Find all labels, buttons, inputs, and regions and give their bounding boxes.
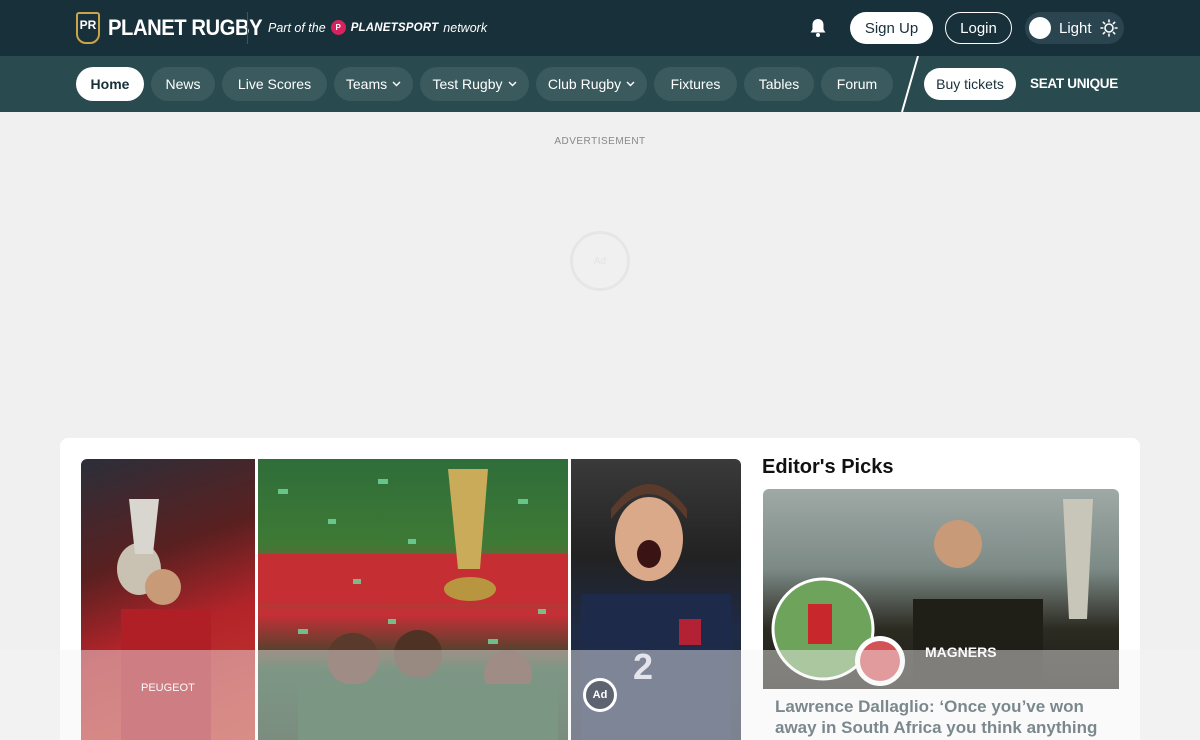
- nav-teams[interactable]: Teams: [334, 67, 413, 101]
- network-suffix: network: [443, 20, 488, 35]
- nav-label: Club Rugby: [547, 76, 622, 92]
- chevron-down-icon: [626, 81, 635, 87]
- nav-live-scores[interactable]: Live Scores: [222, 67, 327, 101]
- nav-label: News: [165, 76, 201, 92]
- theme-label: Light: [1059, 19, 1092, 37]
- nav-label: Fixtures: [670, 76, 721, 92]
- login-button[interactable]: Login: [945, 12, 1012, 44]
- nav-home[interactable]: Home: [76, 67, 144, 101]
- nav-news[interactable]: News: [151, 67, 215, 101]
- toggle-knob: [1029, 17, 1051, 39]
- chevron-down-icon: [508, 81, 517, 87]
- nav-label: Teams: [345, 76, 388, 92]
- ad-label: ADVERTISEMENT: [554, 136, 646, 147]
- sign-up-button[interactable]: Sign Up: [850, 12, 933, 44]
- divider: [247, 12, 248, 44]
- nav-label: Forum: [836, 76, 878, 92]
- seat-unique-logo[interactable]: SEAT UNIQUE: [1030, 76, 1118, 91]
- advertisement-slot: ADVERTISEMENT Ad: [0, 112, 1200, 438]
- ad-loading-spinner-icon: Ad: [570, 231, 630, 291]
- logo-text: PLANET RUGBY: [108, 15, 263, 40]
- nav-label: Tables: [758, 76, 800, 92]
- chevron-down-icon: [392, 81, 401, 87]
- network-prefix: Part of the: [268, 20, 326, 35]
- nav-label: Test Rugby: [432, 76, 503, 92]
- main-nav: Home News Live Scores Teams Test Rugby C…: [0, 56, 1200, 112]
- site-logo[interactable]: PR PLANET RUGBY: [76, 12, 276, 44]
- nav-tables[interactable]: Tables: [744, 67, 814, 101]
- nav-forum[interactable]: Forum: [821, 67, 893, 101]
- buy-tickets-button[interactable]: Buy tickets: [924, 68, 1016, 100]
- nav-label: Live Scores: [237, 76, 312, 92]
- theme-toggle[interactable]: Light: [1025, 12, 1124, 44]
- network-tagline[interactable]: Part of the P PLANETSPORT network: [268, 20, 487, 35]
- notification-bell-icon[interactable]: [808, 17, 828, 39]
- network-brand: PLANETSPORT: [350, 21, 439, 34]
- nav-divider-slash: [901, 56, 919, 112]
- nav-test-rugby[interactable]: Test Rugby: [420, 67, 529, 101]
- sun-icon: [1099, 19, 1118, 37]
- ad-badge-icon[interactable]: Ad: [583, 678, 617, 712]
- editors-picks-title: Editor's Picks: [762, 456, 894, 478]
- nav-club-rugby[interactable]: Club Rugby: [536, 67, 647, 101]
- planetsport-logo-icon: P: [330, 20, 346, 35]
- top-bar: PR PLANET RUGBY Part of the P PLANETSPOR…: [0, 0, 1200, 56]
- nav-label: Home: [90, 76, 130, 92]
- logo-badge-icon: PR: [76, 12, 100, 44]
- nav-fixtures[interactable]: Fixtures: [654, 67, 737, 101]
